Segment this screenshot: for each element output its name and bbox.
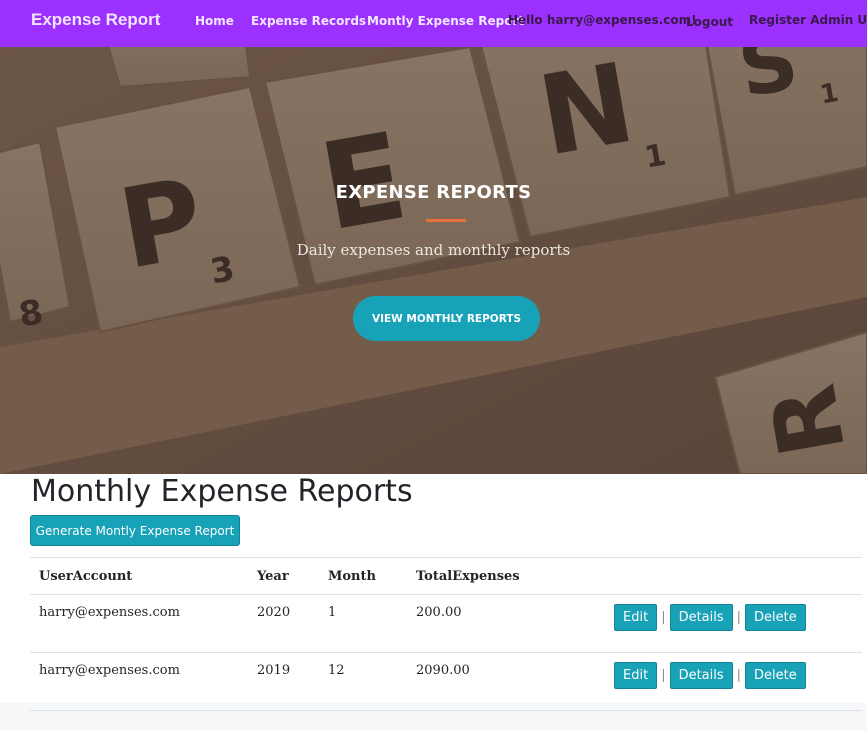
table-row: harry@expenses.com 2020 1 200.00 Edit | De… <box>30 594 862 653</box>
action-separator: | <box>661 610 666 625</box>
action-separator: | <box>736 668 742 683</box>
column-header-actions <box>565 557 862 595</box>
edit-button[interactable]: Edit <box>614 604 658 631</box>
generate-report-button[interactable]: Generate Montly Expense Report <box>30 515 240 546</box>
hero-subtitle: Daily expenses and monthly reports <box>296 241 571 259</box>
hero-banner: P 3 E N 1 S 1 8 R EXPENSE REPORTS Daily … <box>0 47 867 474</box>
hero-overlay <box>0 47 867 474</box>
cell-month: 12 <box>319 652 407 711</box>
nav-expense-records-link[interactable]: Expense Records <box>251 14 366 28</box>
cell-month: 1 <box>319 594 407 653</box>
action-separator: | <box>661 668 666 683</box>
nav-home-link[interactable]: Home <box>195 14 234 28</box>
details-button[interactable]: Details <box>669 604 733 631</box>
edit-button[interactable]: Edit <box>614 662 658 689</box>
register-admin-link[interactable]: Register Admin User <box>749 13 867 27</box>
column-header-month: Month <box>319 557 407 595</box>
page-title: Monthly Expense Reports <box>31 474 413 509</box>
cell-totalexpenses: 200.00 <box>407 594 565 653</box>
details-button[interactable]: Details <box>669 662 733 689</box>
reports-table: UserAccount Year Month TotalExpenses har… <box>30 557 862 711</box>
cell-year: 2020 <box>248 594 319 653</box>
hero-title: EXPENSE REPORTS <box>335 182 532 203</box>
delete-button[interactable]: Delete <box>745 604 806 631</box>
main-content: Monthly Expense Reports Generate Montly … <box>0 474 867 711</box>
table-header-row: UserAccount Year Month TotalExpenses <box>30 557 862 595</box>
column-header-year: Year <box>248 557 319 595</box>
nav-monthly-report-link[interactable]: Montly Expense Report <box>367 14 524 28</box>
cell-totalexpenses: 2090.00 <box>407 652 565 711</box>
cell-useraccount: harry@expenses.com <box>30 652 248 711</box>
brand-link[interactable]: Expense Report <box>31 10 160 30</box>
logout-link[interactable]: Logout <box>686 15 733 29</box>
cell-actions: Edit | Details | Delete <box>565 594 862 653</box>
table-row: harry@expenses.com 2019 12 2090.00 Edit |… <box>30 652 862 711</box>
column-header-useraccount: UserAccount <box>30 557 248 595</box>
cell-useraccount: harry@expenses.com <box>30 594 248 653</box>
cell-actions: Edit | Details | Delete <box>565 652 862 711</box>
action-separator: | <box>736 610 742 625</box>
hero-divider <box>426 219 466 222</box>
column-header-totalexpenses: TotalExpenses <box>407 557 565 595</box>
view-monthly-reports-button[interactable]: VIEW MONTHLY REPORTS <box>353 296 540 341</box>
delete-button[interactable]: Delete <box>745 662 806 689</box>
user-greeting-link[interactable]: Hello harry@expenses.com! <box>508 13 697 27</box>
cell-year: 2019 <box>248 652 319 711</box>
top-navbar: Expense Report Home Expense Records Mont… <box>0 0 867 47</box>
